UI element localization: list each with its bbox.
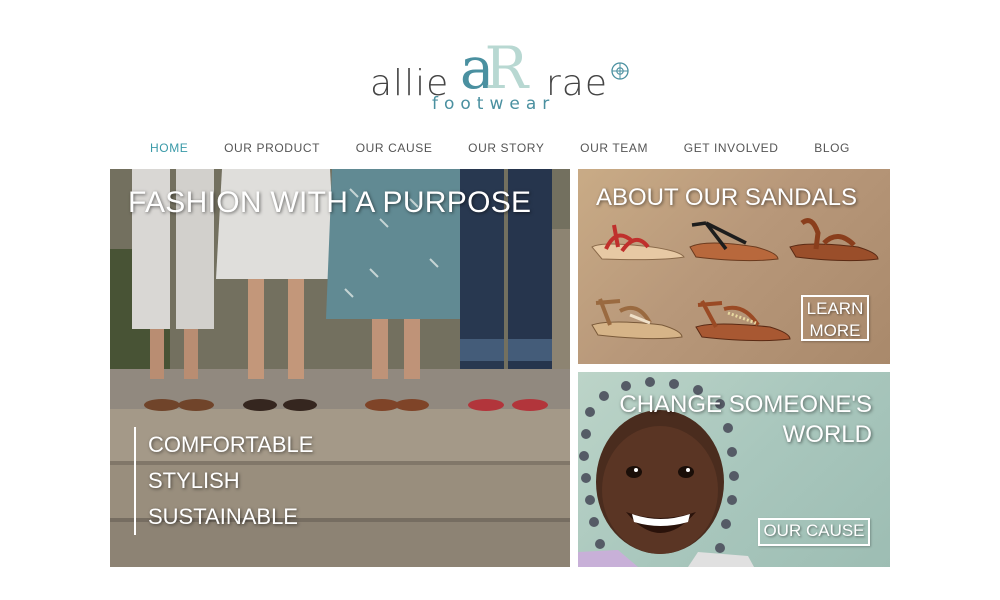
our-cause-button[interactable]: OUR CAUSE xyxy=(758,518,870,546)
learn-more-button[interactable]: LEARN MORE xyxy=(801,295,869,341)
sandal-red xyxy=(591,224,685,261)
hero-banner[interactable]: FASHION WITH A PURPOSE COMFORTABLE STYLI… xyxy=(110,169,570,567)
nav-item-our-story[interactable]: OUR STORY xyxy=(458,141,554,157)
logo-monogram-text: aR xyxy=(460,34,531,102)
tagline-stylish: STYLISH xyxy=(148,468,240,493)
nav-item-get-involved[interactable]: GET INVOLVED xyxy=(674,141,789,157)
logo-monogram-r: R xyxy=(484,34,530,102)
about-sandals-tile[interactable]: ABOUT OUR SANDALS LEARN MORE xyxy=(578,169,890,364)
tagline-divider xyxy=(134,427,136,535)
nav-item-our-cause[interactable]: OUR CAUSE xyxy=(346,141,443,157)
about-headline: ABOUT OUR SANDALS xyxy=(596,184,857,211)
cause-headline: CHANGE SOMEONE'S WORLD xyxy=(619,391,872,448)
nav-item-our-team[interactable]: OUR TEAM xyxy=(570,141,658,157)
main-nav: HOME OUR PRODUCT OUR CAUSE OUR STORY OUR… xyxy=(140,141,860,157)
cause-tile[interactable]: CHANGE SOMEONE'S WORLD OUR CAUSE xyxy=(578,372,890,567)
learn-more-line2: MORE xyxy=(809,321,861,340)
learn-more-line1: LEARN xyxy=(806,299,864,318)
logo-subtitle: footwear xyxy=(432,94,556,114)
tagline-sustainable: SUSTAINABLE xyxy=(148,504,298,529)
sandal-tan xyxy=(591,298,683,340)
sandal-embellished xyxy=(695,300,791,342)
nav-item-blog[interactable]: BLOG xyxy=(804,141,860,157)
logo-word-rae: rae xyxy=(546,63,609,104)
nav-item-home[interactable]: HOME xyxy=(140,141,198,157)
site-logo[interactable]: allie aR rae footwear xyxy=(370,28,635,118)
hero-headline: FASHION WITH A PURPOSE xyxy=(128,186,532,219)
sandal-brown xyxy=(789,218,879,262)
globe-icon xyxy=(611,62,629,80)
sandal-black xyxy=(689,221,779,262)
tagline-comfortable: COMFORTABLE xyxy=(148,432,314,457)
nav-item-our-product[interactable]: OUR PRODUCT xyxy=(214,141,330,157)
